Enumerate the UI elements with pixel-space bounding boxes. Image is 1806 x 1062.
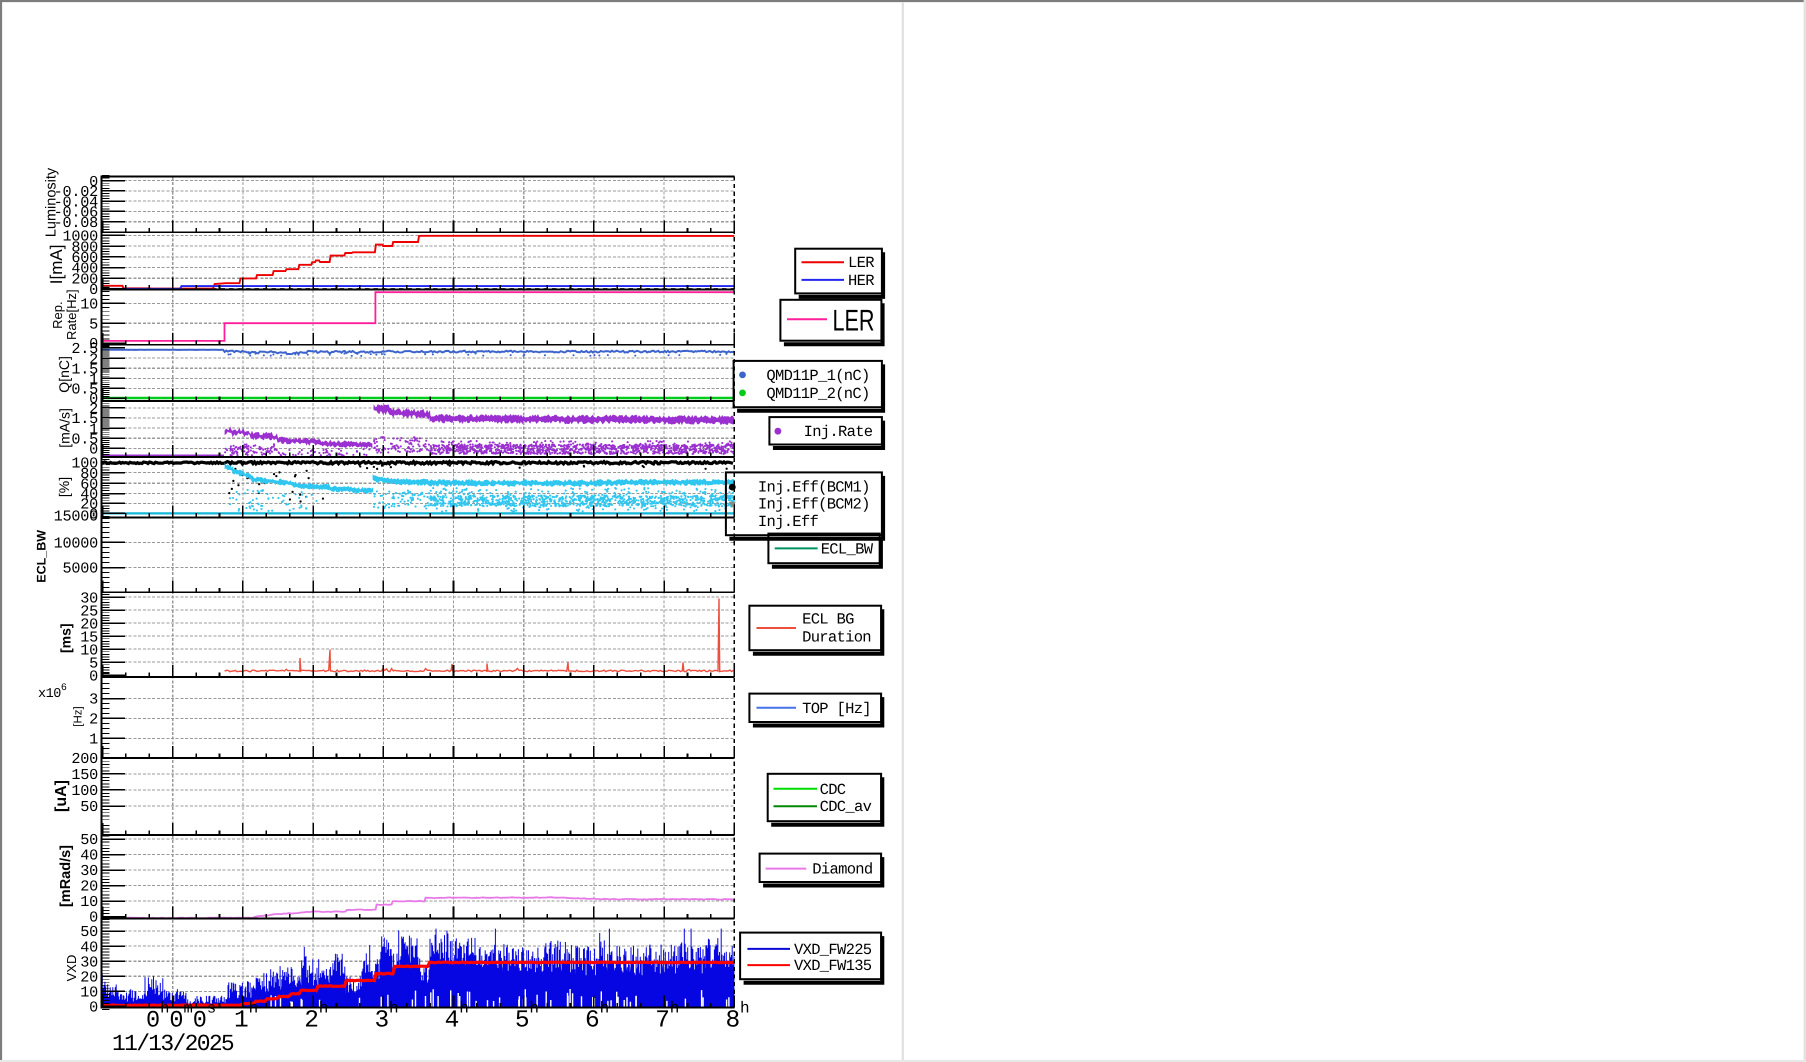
svg-text:0: 0 xyxy=(89,999,98,1017)
svg-text:2: 2 xyxy=(304,1008,319,1035)
svg-text:ECL BG: ECL BG xyxy=(802,611,854,629)
svg-text:h: h xyxy=(600,1000,610,1018)
svg-text:[uA]: [uA] xyxy=(53,780,70,812)
svg-text:15000: 15000 xyxy=(54,507,98,525)
svg-text:Inj.Rate: Inj.Rate xyxy=(804,423,873,441)
svg-text:LER: LER xyxy=(832,304,874,337)
svg-text:Rate[Hz]: Rate[Hz] xyxy=(64,289,79,340)
svg-text:0: 0 xyxy=(89,667,98,685)
svg-text:CDC: CDC xyxy=(820,781,846,799)
svg-text:[mRad/s]: [mRad/s] xyxy=(58,845,74,907)
svg-text:Luminosity: Luminosity xyxy=(44,167,60,237)
svg-text:[ms]: [ms] xyxy=(58,623,74,653)
svg-text:h: h xyxy=(740,1000,750,1018)
svg-text:Diamond: Diamond xyxy=(812,861,872,879)
svg-text:3: 3 xyxy=(89,691,98,709)
svg-text:[%]: [%] xyxy=(56,477,72,497)
svg-text:CDC_av: CDC_av xyxy=(820,798,872,816)
svg-text:[Hz]: [Hz] xyxy=(73,706,85,726)
svg-text:ECL_BW: ECL_BW xyxy=(821,540,874,558)
svg-text:11/13/2025: 11/13/2025 xyxy=(112,1031,234,1057)
svg-text:3: 3 xyxy=(374,1008,389,1035)
svg-text:10000: 10000 xyxy=(54,535,98,553)
svg-text:2: 2 xyxy=(89,711,98,729)
svg-text:5: 5 xyxy=(89,315,98,333)
svg-text:Inj.Eff(BCM2): Inj.Eff(BCM2) xyxy=(758,496,870,514)
svg-text:7: 7 xyxy=(655,1008,670,1035)
svg-text:h: h xyxy=(529,1000,539,1018)
svg-text:s: s xyxy=(207,1000,216,1018)
svg-text:VXD: VXD xyxy=(64,955,79,982)
svg-text:h: h xyxy=(249,1000,259,1018)
svg-text:VXD_FW135: VXD_FW135 xyxy=(794,957,872,975)
svg-text:Q[nC]: Q[nC] xyxy=(56,356,72,393)
svg-text:8: 8 xyxy=(725,1008,740,1035)
svg-text:5: 5 xyxy=(515,1008,530,1035)
svg-text:[mA/s]: [mA/s] xyxy=(57,408,73,448)
svg-text:QMD11P_2(nC): QMD11P_2(nC) xyxy=(766,385,869,403)
svg-text:h: h xyxy=(160,1000,169,1018)
svg-text:6: 6 xyxy=(585,1008,600,1035)
svg-text:QMD11P_1(nC): QMD11P_1(nC) xyxy=(766,367,869,385)
svg-text:HER: HER xyxy=(848,272,874,290)
svg-text:h: h xyxy=(459,1000,469,1018)
svg-text:10: 10 xyxy=(80,296,98,314)
svg-text:4: 4 xyxy=(445,1008,460,1035)
svg-text:1: 1 xyxy=(234,1008,249,1035)
svg-text:m: m xyxy=(184,1000,193,1018)
svg-text:Rep.: Rep. xyxy=(50,301,65,328)
svg-text:h: h xyxy=(670,1000,680,1018)
svg-text:TOP [Hz]: TOP [Hz] xyxy=(802,700,871,718)
svg-text:Duration: Duration xyxy=(802,629,871,647)
svg-text:I[mA]: I[mA] xyxy=(47,245,66,285)
svg-text:Inj.Eff: Inj.Eff xyxy=(758,513,819,531)
svg-text:1: 1 xyxy=(89,731,98,749)
svg-text:h: h xyxy=(389,1000,399,1018)
svg-text:ECL_BW: ECL_BW xyxy=(35,530,49,583)
svg-text:Inj.Eff(BCM1): Inj.Eff(BCM1) xyxy=(758,478,870,496)
svg-text:5000: 5000 xyxy=(63,560,99,578)
svg-text:LER: LER xyxy=(848,254,874,272)
svg-text:h: h xyxy=(319,1000,329,1018)
svg-text:50: 50 xyxy=(80,798,98,816)
